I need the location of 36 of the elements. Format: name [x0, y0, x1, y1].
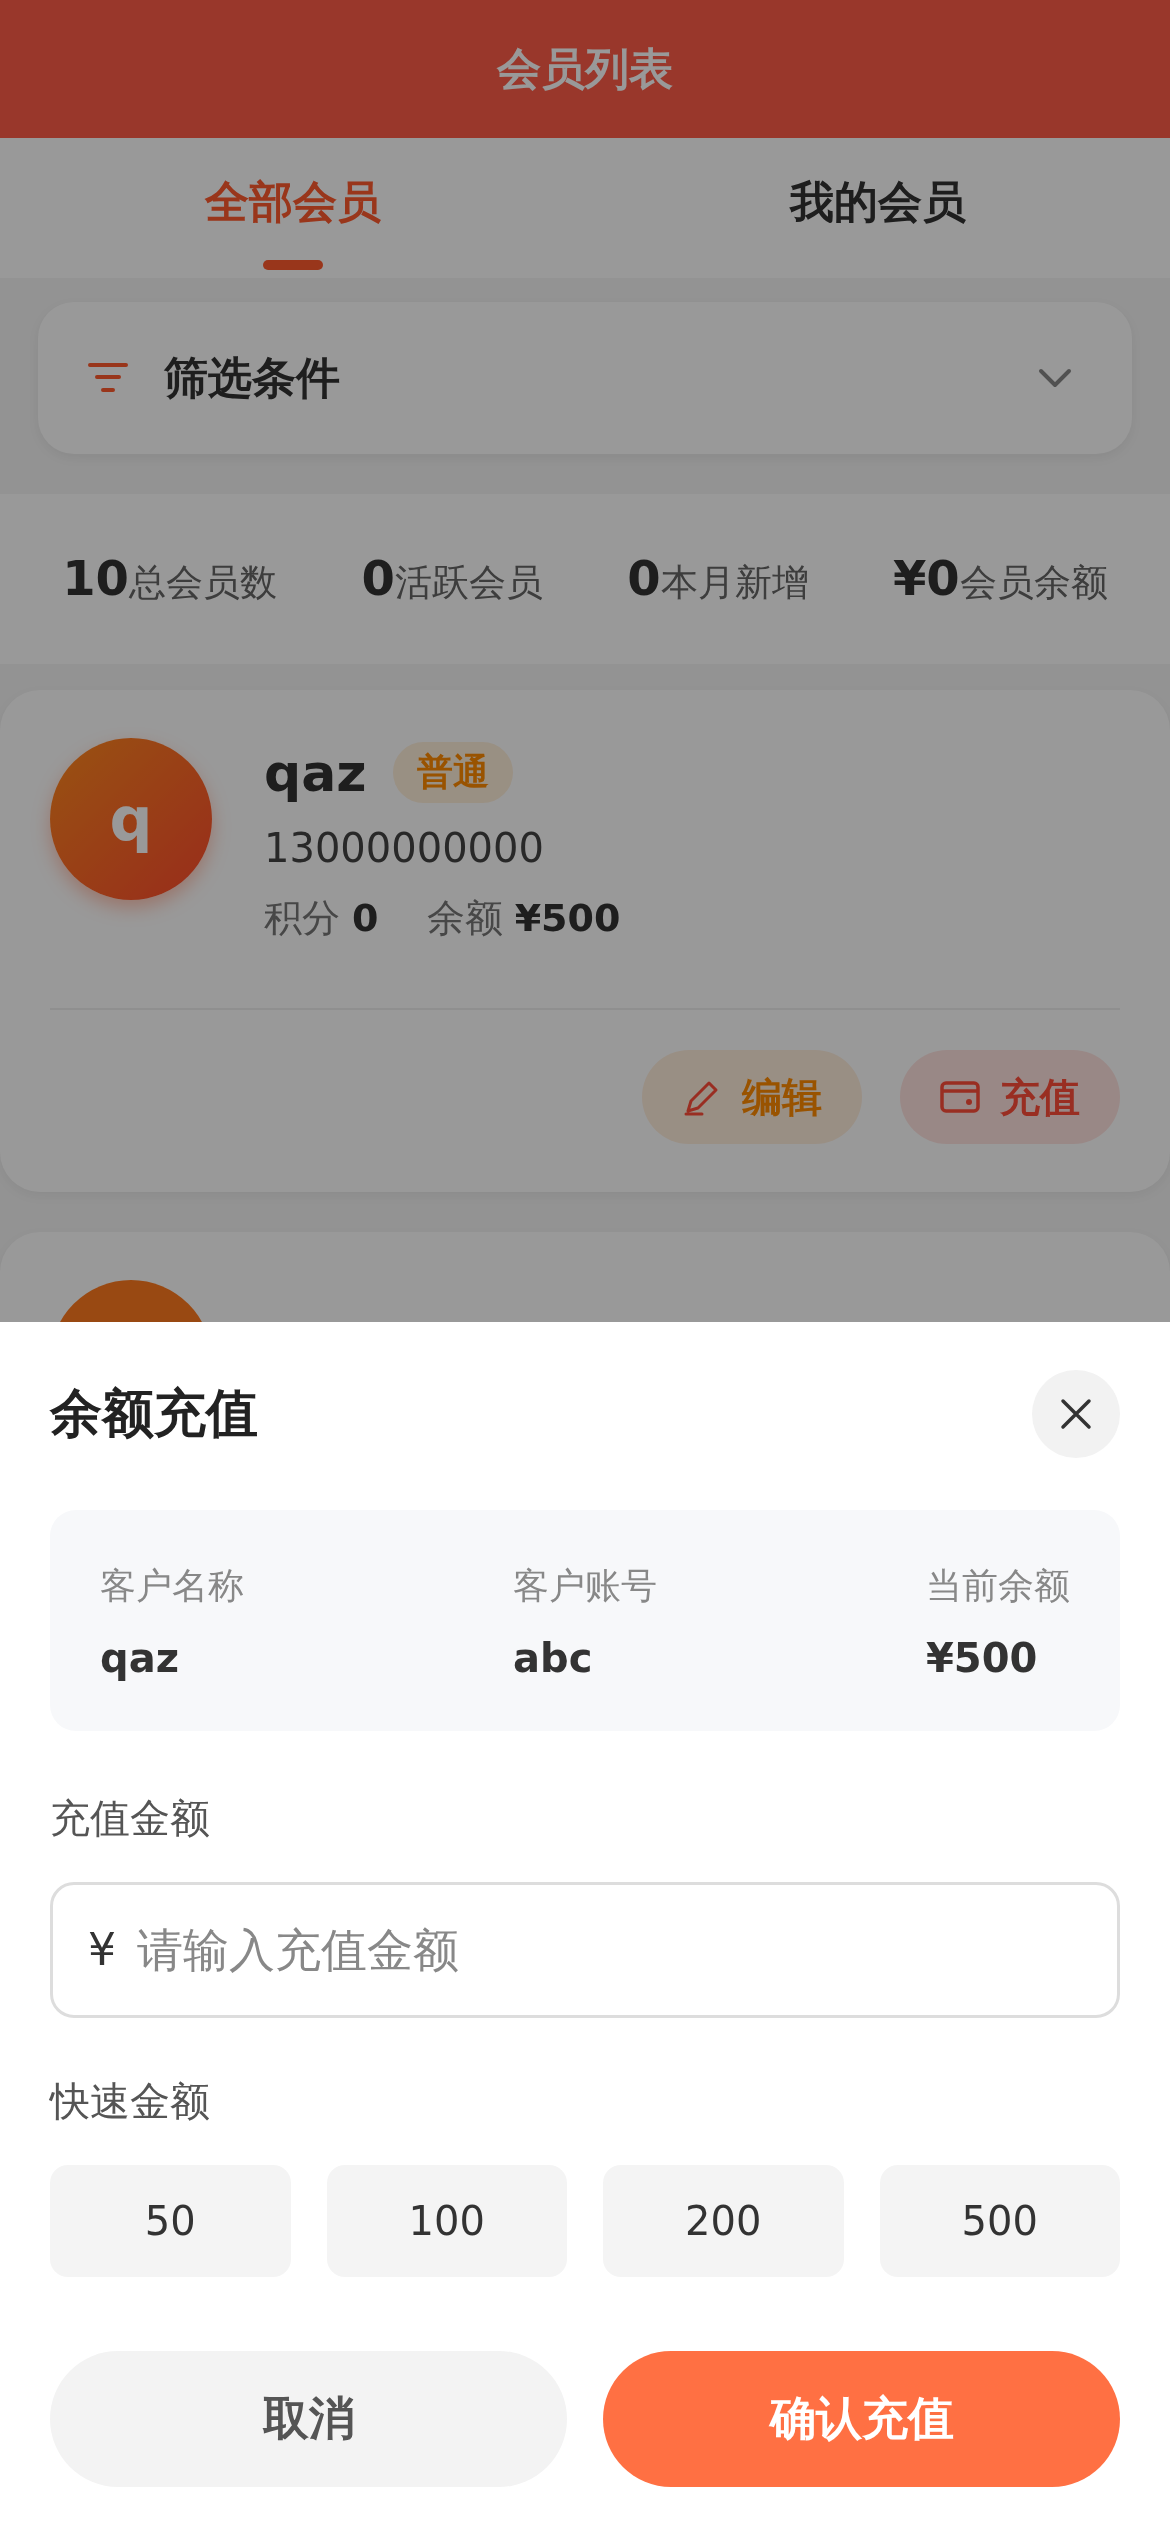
stat-label: 会员余额 [959, 560, 1108, 606]
points-text: 积分 0 [264, 895, 379, 942]
close-icon [1060, 1398, 1092, 1430]
member-phone: 13000000000 [264, 825, 545, 871]
info-label: 当前余额 [926, 1564, 1070, 1608]
info-value: qaz [100, 1635, 180, 1681]
cancel-button[interactable]: 取消 [50, 2351, 567, 2487]
filter-icon [88, 362, 128, 394]
avatar: q [50, 738, 212, 900]
stat-value: ¥0 [892, 550, 960, 606]
stat-label: 总会员数 [129, 560, 277, 606]
balance-text: 余额 ¥500 [426, 895, 621, 942]
info-value: abc [513, 1635, 594, 1681]
quick-amount-button[interactable]: 50 [50, 2165, 291, 2277]
stat-label: 活跃会员 [394, 560, 543, 606]
quick-amount-label: 快速金额 [50, 2077, 211, 2126]
stat-value: 0 [627, 550, 661, 606]
info-value: ¥500 [926, 1635, 1039, 1681]
member-name: qaz [264, 742, 367, 803]
quick-amount-button[interactable]: 100 [326, 2165, 567, 2277]
quick-amount-button[interactable]: 200 [603, 2165, 844, 2277]
quick-amount-button[interactable]: 500 [879, 2165, 1120, 2277]
info-label: 客户账号 [513, 1564, 658, 1608]
info-label: 客户名称 [100, 1564, 245, 1608]
stat-value: 10 [62, 550, 129, 606]
wallet-icon [940, 1080, 980, 1114]
filter-label: 筛选条件 [164, 350, 341, 405]
tab[interactable]: 我的会员 [585, 138, 1170, 278]
stat-label: 本月新增 [660, 561, 809, 606]
sheet-title: 余额充值 [50, 1382, 258, 1445]
member-level-tag: 普通 [392, 742, 513, 803]
stat-value: 0 [361, 550, 395, 606]
page-title: 会员列表 [497, 41, 673, 96]
amount-label: 充值金额 [50, 1794, 211, 1843]
filter-bar[interactable]: 筛选条件 [38, 302, 1132, 454]
currency-symbol: ¥ [88, 1924, 116, 1975]
